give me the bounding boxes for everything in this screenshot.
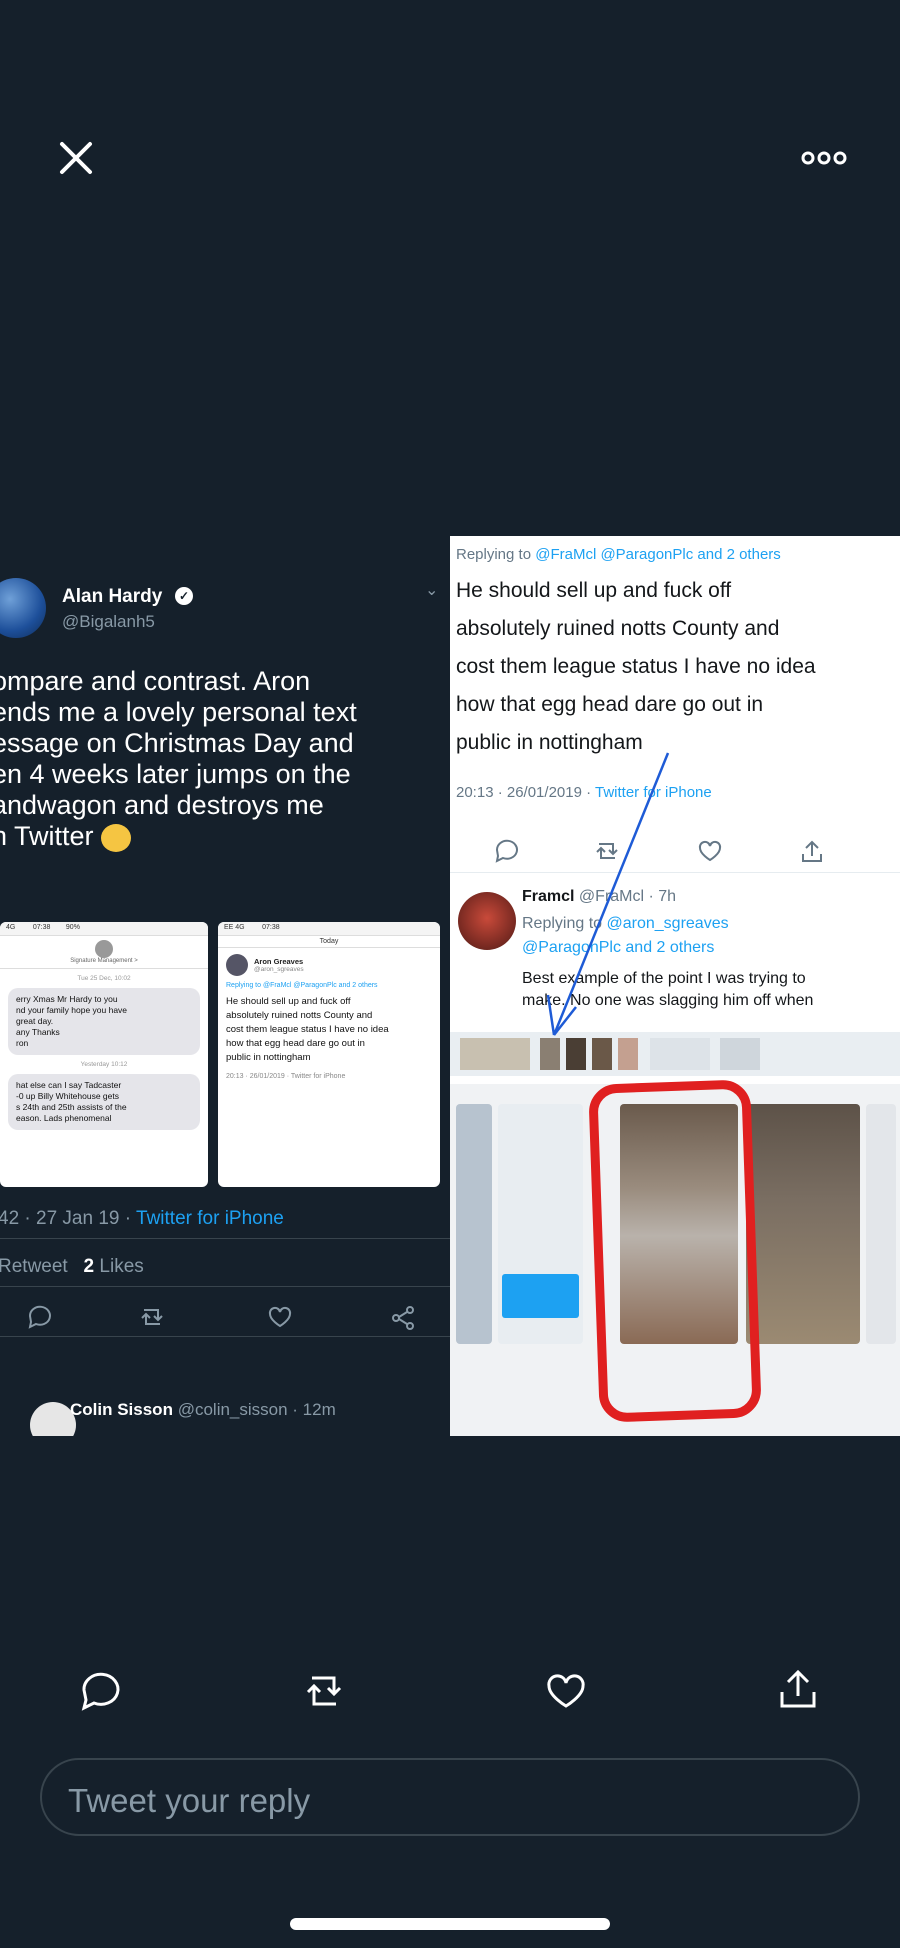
more-icon (801, 151, 847, 165)
retweet-icon (141, 1309, 163, 1325)
tweet-meta: 42 · 27 Jan 19 · Twitter for iPhone (0, 1208, 284, 1230)
mini-tweet-body: He should sell up and fuck off absolutel… (226, 996, 389, 1063)
like-icon (698, 840, 722, 862)
verified-icon: ✓ (175, 587, 193, 605)
highlight-circle (588, 1079, 762, 1423)
mini-user: Aron Greaves (254, 957, 304, 966)
next-reply-meta: @colin_sisson · 12m (177, 1400, 336, 1419)
next-reply-name: Colin Sisson (70, 1400, 173, 1419)
tweet-timestamp: 42 · 27 Jan 19 · (0, 1208, 137, 1229)
close-button[interactable] (56, 138, 96, 178)
retweet-stat-label: Retweet (0, 1256, 68, 1277)
tweet-body: He should sell up and fuck off absolutel… (456, 579, 816, 754)
reply-placeholder: Tweet your reply (68, 1782, 311, 1819)
share-icon (392, 1306, 414, 1330)
embedded-tweet-screenshot: EE 4G 07:38 Today Aron Greaves @aron_sgr… (218, 922, 440, 1187)
shrug-emoji-icon (101, 823, 132, 852)
avatar (458, 892, 516, 950)
tweet-body-text: ompare and contrast. Aron ends me a love… (0, 666, 357, 851)
reply-icon (495, 839, 518, 863)
share-icon (802, 840, 822, 862)
replying-label: Replying to (456, 546, 536, 563)
mini-meta: 20:13 · 26/01/2019 · Twitter for iPhone (226, 1073, 346, 1080)
mini-date: Yesterday 10:12 (80, 1061, 128, 1068)
mini-status-bar: EE 4G 07:38 (218, 922, 440, 936)
mini-status-bar: 4G 07:38 90% (0, 922, 208, 936)
retweet-icon[interactable] (306, 1676, 342, 1706)
like-icon[interactable] (547, 1674, 585, 1708)
mini-header: Today (218, 936, 440, 948)
mini-handle: @aron_sgreaves (254, 966, 304, 973)
like-icon (268, 1306, 292, 1328)
likes-label: Likes (99, 1256, 144, 1277)
divider (0, 1336, 450, 1337)
gallery-photo (746, 1104, 860, 1344)
chevron-down-icon: ⌄ (425, 582, 439, 599)
media-left-screenshot[interactable]: Alan Hardy ✓ @Bigalanh5 ⌄ ompare and con… (0, 536, 450, 1436)
mini-message: erry Xmas Mr Hardy to you nd your family… (8, 988, 200, 1055)
mini-message: hat else can I say Tadcaster -0 up Billy… (8, 1074, 200, 1130)
mini-contact: Signature Management > (70, 958, 138, 964)
mini-replying: Replying to @FraMcl @ParagonPlc and 2 ot… (226, 982, 378, 989)
next-reply-header: Colin Sisson @colin_sisson · 12m (70, 1400, 336, 1420)
tweet-source: Twitter for iPhone (136, 1208, 284, 1229)
tweet-author-handle: @Bigalanh5 (62, 612, 155, 631)
home-indicator (290, 1918, 610, 1930)
tweet-stats: Retweet 2 Likes (0, 1256, 144, 1278)
share-icon[interactable] (780, 1669, 816, 1708)
bottom-action-bar (81, 1669, 816, 1711)
tweet-action-bar (28, 1305, 414, 1330)
divider (0, 1286, 450, 1287)
tweet-body: ompare and contrast. Aron ends me a love… (0, 666, 450, 852)
replying-targets: @FraMcl @ParagonPlc and 2 others (535, 546, 781, 563)
tweet-author-name: Alan Hardy (62, 586, 163, 607)
reply-icon[interactable] (81, 1672, 120, 1711)
reply-icon (28, 1305, 51, 1329)
divider (0, 1238, 450, 1239)
embedded-text-message-screenshot: 4G 07:38 90% Signature Management > Tue … (0, 922, 208, 1187)
mini-date: Tue 25 Dec, 10:02 (77, 975, 131, 982)
annotation-arrow-icon (546, 752, 670, 1036)
gallery-photo (498, 1104, 583, 1344)
likes-count: 2 (83, 1256, 95, 1277)
gallery-photo (456, 1104, 492, 1344)
avatar (0, 578, 46, 638)
close-icon (60, 142, 92, 174)
replying-to: Replying to @FraMcl @ParagonPlc and 2 ot… (456, 546, 781, 563)
gallery-photo (866, 1104, 896, 1344)
more-options-button[interactable] (800, 148, 848, 168)
